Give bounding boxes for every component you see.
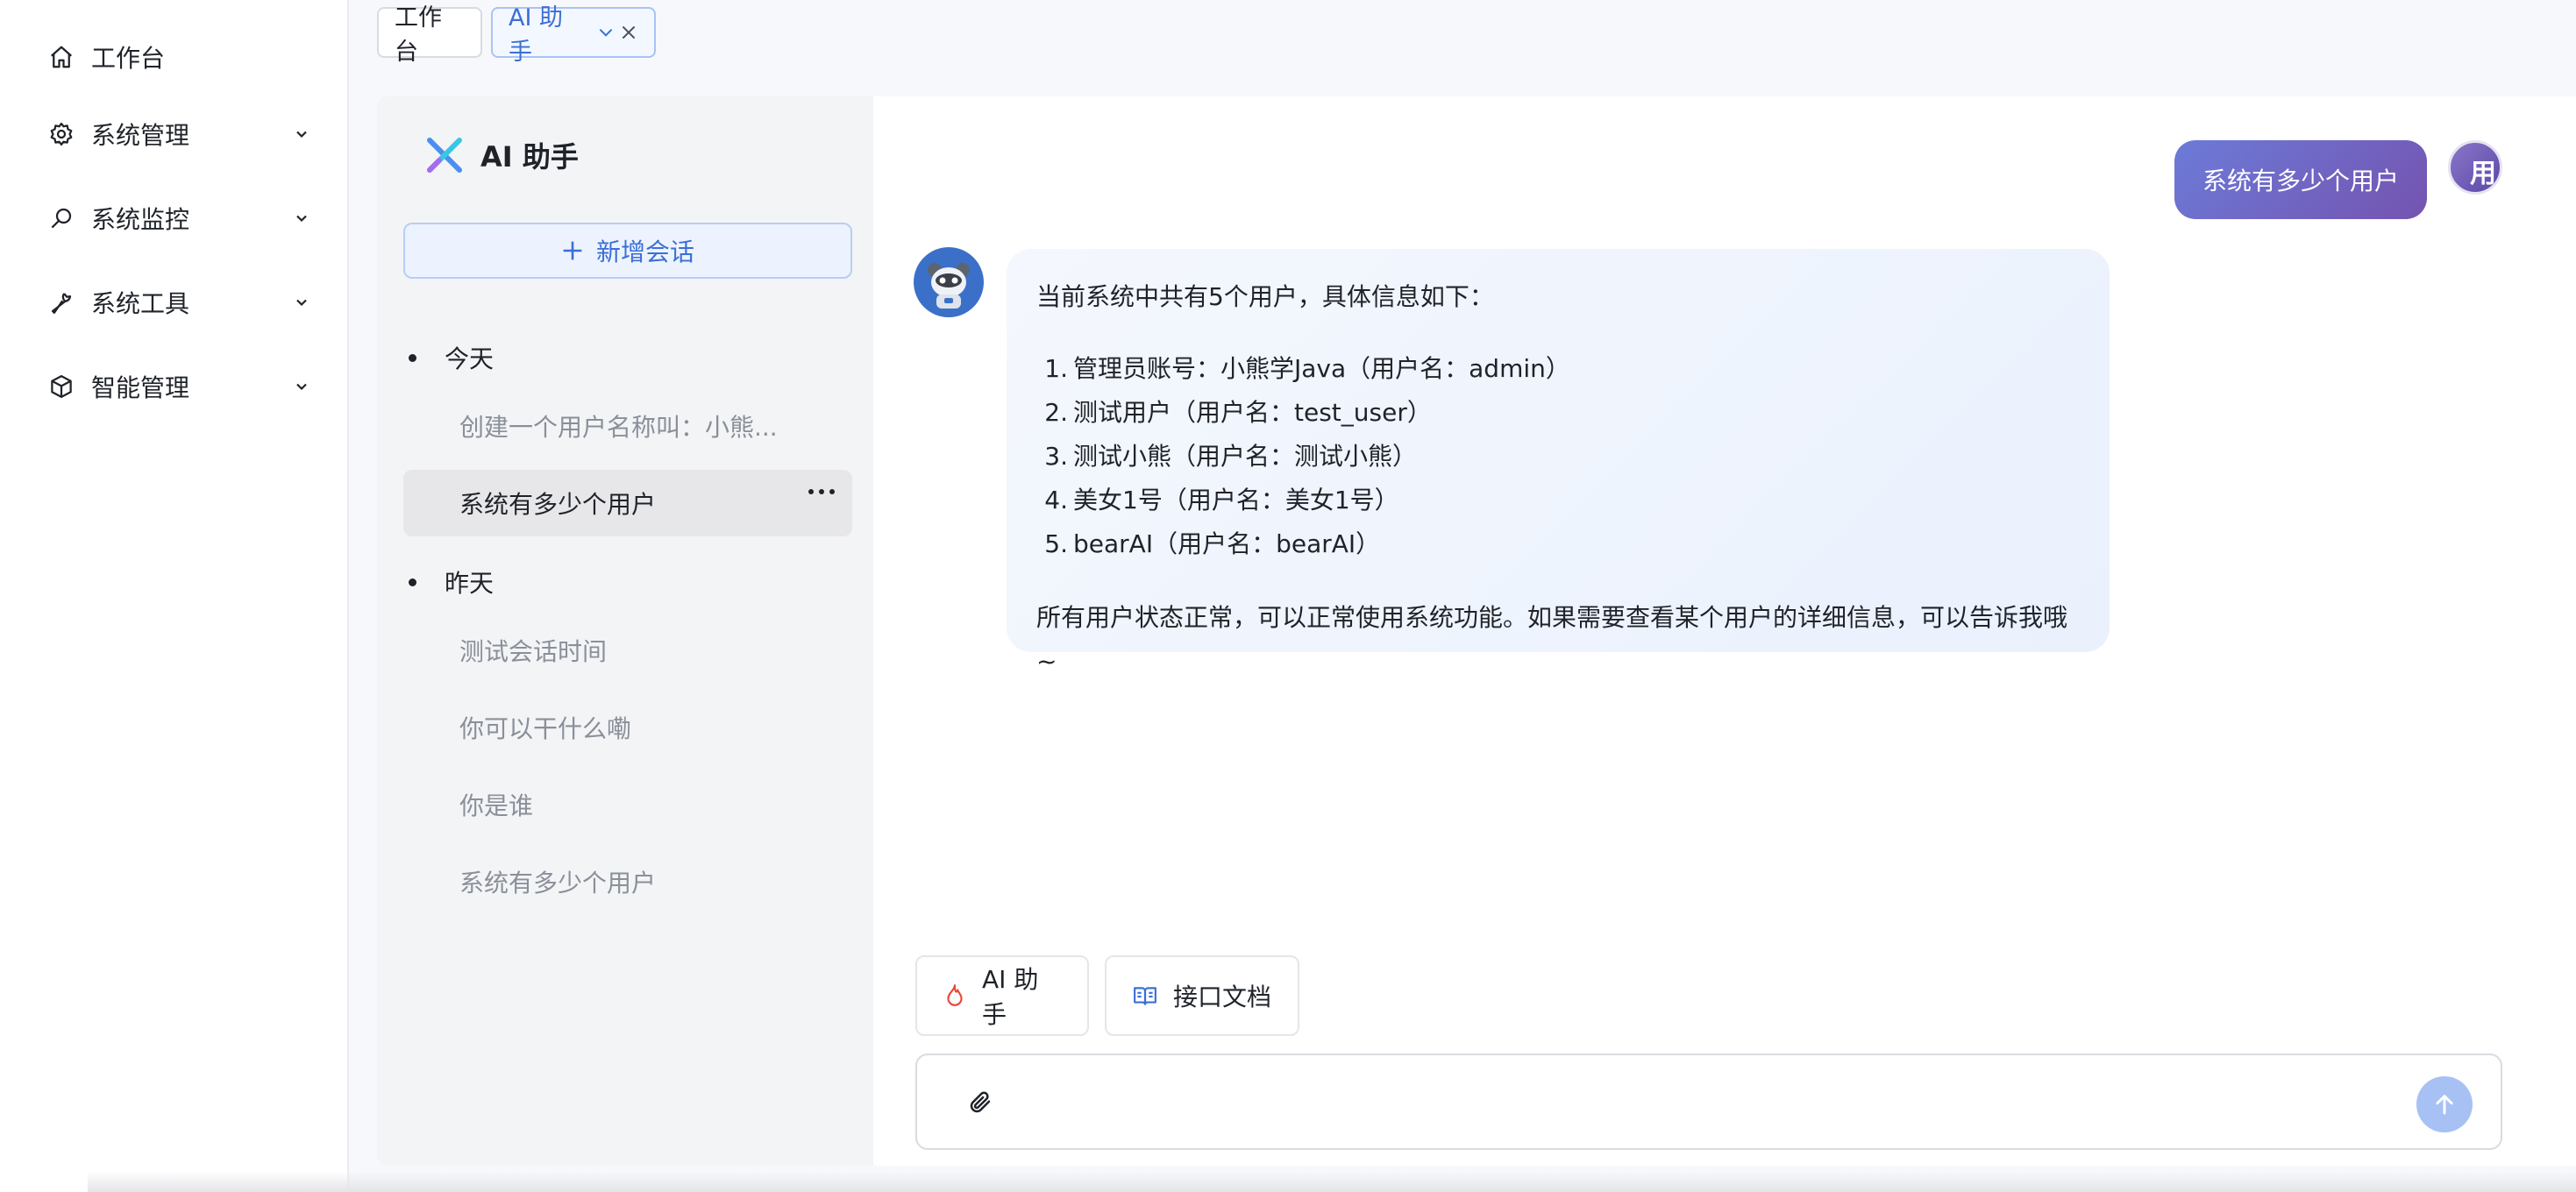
session-title: 你可以干什么嘞: [459, 714, 632, 743]
list-item: 3. 测试小熊（用户名：测试小熊）: [1036, 435, 2080, 479]
nav-item-system-tools[interactable]: 系统工具: [46, 278, 314, 327]
session-item-active[interactable]: 系统有多少个用户: [403, 470, 852, 536]
session-title: 创建一个用户名称叫：小熊...: [459, 413, 778, 442]
shortcut-ai-assistant[interactable]: AI 助手: [915, 955, 1089, 1036]
close-icon[interactable]: [619, 23, 638, 42]
nav-label: 系统管理: [91, 121, 190, 150]
arrow-up-icon: [2436, 1095, 2453, 1115]
list-item-text: 测试用户（用户名：test_user）: [1073, 398, 1432, 427]
session-item[interactable]: 测试会话时间: [403, 617, 852, 684]
user-message-bubble: 系统有多少个用户: [2174, 140, 2427, 219]
new-conversation-button[interactable]: 新增会话: [403, 223, 852, 279]
list-item: 5. bearAI（用户名：bearAI）: [1036, 522, 2080, 566]
user-list: 1. 管理员账号：小熊学Java（用户名：admin） 2. 测试用户（用户名：te…: [1036, 347, 2080, 566]
tab-bar: 工作台 AI 助手: [349, 0, 2576, 66]
nav-item-workbench[interactable]: 工作台: [46, 32, 314, 82]
bot-reply-intro: 当前系统中共有5个用户，具体信息如下：: [1036, 282, 1494, 311]
session-group-today: 今天: [409, 340, 494, 375]
assistant-brand: AI 助手: [424, 135, 579, 175]
bot-message-bubble: 当前系统中共有5个用户，具体信息如下： 1. 管理员账号：小熊学Java（用户名：…: [1007, 249, 2110, 676]
session-title: 测试会话时间: [459, 637, 608, 666]
nav-item-system-monitor[interactable]: 系统监控: [46, 194, 314, 243]
chevron-down-icon[interactable]: [596, 23, 616, 42]
book-icon: [1133, 984, 1157, 1007]
shortcut-label: 接口文档: [1173, 983, 1272, 1011]
chevron-down-icon: [289, 374, 314, 399]
nav-label: 系统工具: [91, 289, 190, 318]
bot-avatar: [914, 247, 984, 317]
send-button[interactable]: [2416, 1076, 2473, 1132]
monitor-icon: [46, 202, 77, 234]
user-avatar-text: 用: [2470, 159, 2496, 189]
group-label: 昨天: [445, 569, 495, 598]
home-icon: [46, 41, 77, 73]
user-message-text: 系统有多少个用户: [2202, 167, 2399, 195]
chat-panel: 系统有多少个用户 用 当前系统中共有5个用户，具体信息如下： 1. 管理员账号：小…: [873, 96, 2576, 1166]
session-title: 系统有多少个用户: [459, 869, 657, 898]
session-panel-title: AI 助手: [480, 140, 579, 174]
wrench-icon: [46, 287, 77, 318]
nav-item-smart-management[interactable]: 智能管理: [46, 362, 314, 411]
nav-label: 系统监控: [91, 205, 190, 234]
nav-label: 工作台: [91, 44, 166, 73]
session-group-yesterday: 昨天: [409, 564, 494, 600]
shortcut-label: AI 助手: [982, 965, 1039, 1029]
list-item-text: 测试小熊（用户名：测试小熊）: [1073, 442, 1418, 471]
bot-reply-outro: 所有用户状态正常，可以正常使用系统功能。如果需要查看某个用户的详细信息，可以告诉…: [1036, 603, 2068, 676]
session-item[interactable]: 创建一个用户名称叫：小熊...: [403, 393, 852, 459]
bullet-dot: [409, 578, 416, 586]
tab-ai-assistant[interactable]: AI 助手: [491, 4, 656, 66]
tab-label: 工作台: [395, 4, 442, 66]
session-item[interactable]: 你是谁: [403, 771, 852, 838]
session-panel: AI 助手 新增会话 今天 创建一个用户名称叫：小熊... 系统有多少个用户 昨…: [377, 96, 873, 1166]
list-item: 2. 测试用户（用户名：test_user）: [1036, 391, 2080, 435]
bottom-shadow: [88, 1171, 2576, 1192]
tab-workbench[interactable]: 工作台: [377, 4, 482, 66]
new-conversation-label: 新增会话: [595, 238, 694, 266]
list-item-text: 美女1号（用户名：美女1号）: [1073, 486, 1399, 514]
session-item[interactable]: 系统有多少个用户: [403, 848, 852, 915]
chevron-down-icon: [289, 206, 314, 231]
session-title: 你是谁: [459, 791, 534, 820]
group-label: 今天: [445, 344, 495, 373]
session-item[interactable]: 你可以干什么嘞: [403, 694, 852, 761]
session-title: 系统有多少个用户: [459, 490, 657, 519]
nav-label: 智能管理: [91, 373, 190, 402]
paperclip-icon[interactable]: [963, 1085, 998, 1120]
list-item: 4. 美女1号（用户名：美女1号）: [1036, 479, 2080, 522]
nav-item-system-management[interactable]: 系统管理: [46, 110, 314, 159]
cube-icon: [46, 371, 77, 402]
chat-input[interactable]: [1022, 1075, 2338, 1131]
more-options-icon[interactable]: [808, 489, 835, 494]
plus-icon: [561, 239, 584, 262]
bullet-dot: [409, 353, 416, 362]
flame-icon: [943, 983, 966, 1008]
robot-bear-icon: [918, 252, 979, 313]
sidebar-nav: 工作台 系统管理 系统监控 系统工具 智能管理: [0, 0, 349, 1192]
list-item: 1. 管理员账号：小熊学Java（用户名：admin）: [1036, 347, 2080, 391]
list-item-text: 管理员账号：小熊学Java（用户名：admin）: [1073, 354, 1570, 383]
chevron-down-icon: [289, 290, 314, 315]
tab-label: AI 助手: [509, 4, 564, 66]
user-avatar[interactable]: 用: [2448, 140, 2502, 195]
chevron-down-icon: [289, 122, 314, 146]
chat-input-box: [915, 1054, 2502, 1150]
gear-icon: [46, 118, 77, 150]
list-item-text: bearAI（用户名：bearAI）: [1073, 529, 1381, 558]
ai-logo-icon: [424, 135, 465, 175]
shortcut-api-docs[interactable]: 接口文档: [1105, 955, 1299, 1036]
